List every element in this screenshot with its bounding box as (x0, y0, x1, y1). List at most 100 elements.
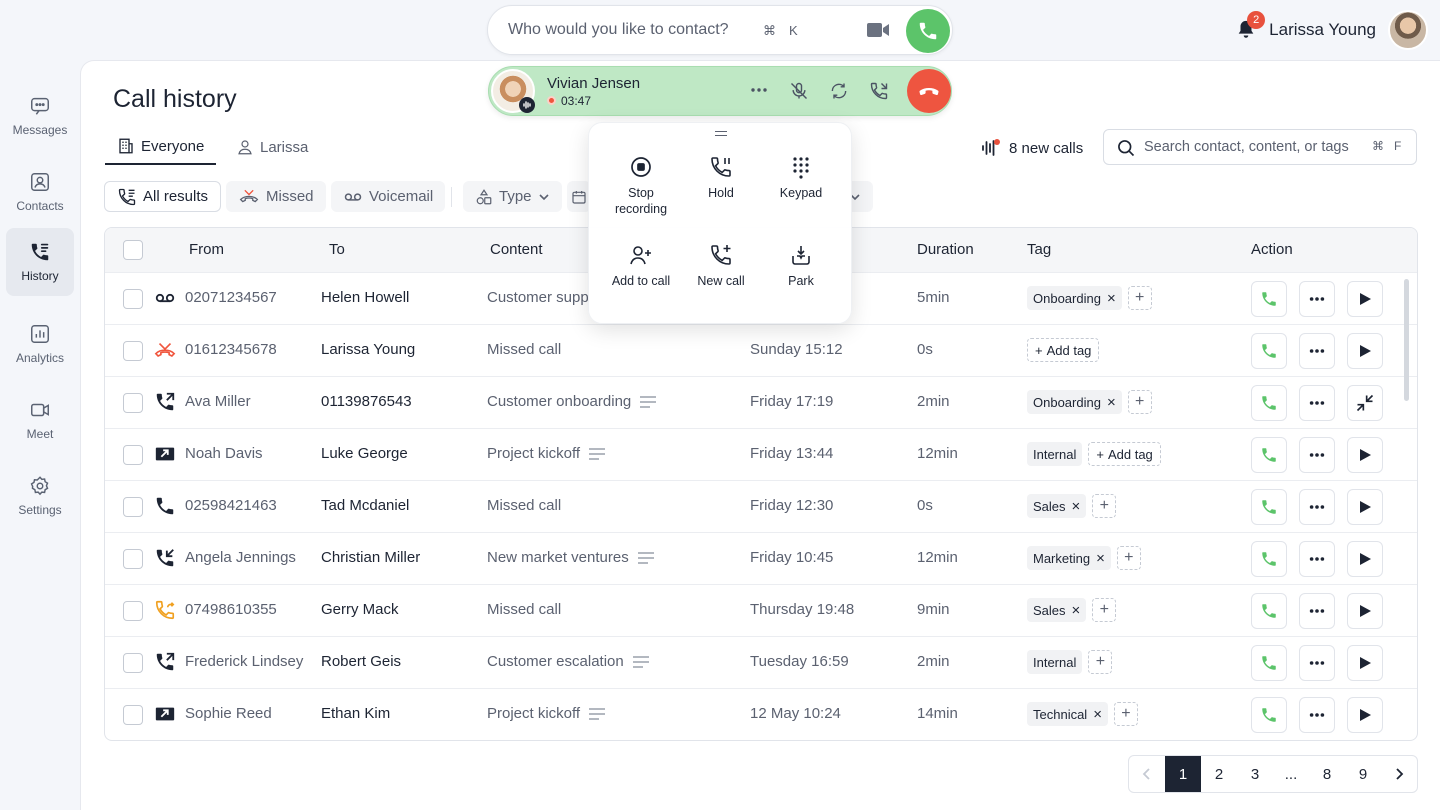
hang-up-button[interactable] (907, 69, 951, 113)
next-page-button[interactable] (1381, 756, 1417, 792)
content-cell[interactable]: Customer escalation (487, 653, 650, 670)
add-tag-button[interactable]: + (1116, 546, 1141, 570)
forward-call-button[interactable] (869, 80, 889, 102)
new-calls-indicator[interactable]: 8 new calls (981, 138, 1083, 158)
column-header-tag[interactable]: Tag (1027, 241, 1051, 258)
call-back-button[interactable] (1251, 437, 1287, 473)
stop-recording-button[interactable]: Stop recording (598, 155, 684, 217)
content-cell[interactable]: Missed call (487, 601, 561, 618)
row-checkbox[interactable] (123, 653, 143, 673)
from-cell[interactable]: Noah Davis (185, 445, 263, 462)
content-cell[interactable]: Missed call (487, 497, 561, 514)
content-cell[interactable]: Project kickoff (487, 445, 606, 462)
column-header-content[interactable]: Content (490, 241, 543, 258)
table-row[interactable]: 01612345678 Larissa Young Missed call Su… (105, 324, 1417, 376)
add-tag-button[interactable]: + (1113, 702, 1138, 726)
tag-chip[interactable]: Sales × (1027, 494, 1087, 518)
table-row[interactable]: 02598421463 Tad Mcdaniel Missed call Fri… (105, 480, 1417, 532)
avatar[interactable] (1388, 10, 1428, 50)
tag-chip[interactable]: Marketing × (1027, 546, 1111, 570)
sidebar-item-messages[interactable]: Messages (6, 82, 74, 150)
park-button[interactable]: Park (758, 243, 844, 289)
call-back-button[interactable] (1251, 593, 1287, 629)
play-recording-button[interactable] (1347, 489, 1383, 525)
to-cell[interactable]: Helen Howell (321, 289, 409, 306)
column-header-from[interactable]: From (189, 241, 224, 258)
transfer-button[interactable] (829, 80, 849, 102)
row-more-button[interactable] (1299, 385, 1335, 421)
call-back-button[interactable] (1251, 645, 1287, 681)
notifications-button[interactable]: 2 (1235, 11, 1266, 41)
new-call-button[interactable]: New call (678, 243, 764, 289)
tag-chip[interactable]: Sales × (1027, 598, 1087, 622)
row-more-button[interactable] (1299, 489, 1335, 525)
add-tag-button[interactable]: + Add tag (1027, 338, 1100, 362)
sidebar-item-analytics[interactable]: Analytics (6, 310, 74, 378)
from-cell[interactable]: 02598421463 (185, 497, 277, 514)
table-search-field[interactable]: Search contact, content, or tags ⌘ F (1103, 129, 1417, 165)
call-back-button[interactable] (1251, 281, 1287, 317)
content-cell[interactable]: Customer supp (487, 289, 589, 306)
content-cell[interactable]: Missed call (487, 341, 561, 358)
row-more-button[interactable] (1299, 333, 1335, 369)
sidebar-item-meet[interactable]: Meet (6, 386, 74, 454)
table-scrollbar[interactable] (1404, 279, 1409, 401)
sidebar-item-contacts[interactable]: Contacts (6, 158, 74, 226)
row-more-button[interactable] (1299, 697, 1335, 733)
remove-tag-icon[interactable]: × (1072, 498, 1081, 515)
play-recording-button[interactable] (1347, 281, 1383, 317)
drag-handle[interactable] (715, 131, 727, 136)
filter-voicemail[interactable]: Voicemail (331, 181, 446, 212)
hold-button[interactable]: Hold (678, 155, 764, 201)
tag-chip[interactable]: Internal (1027, 442, 1083, 466)
content-cell[interactable]: Customer onboarding (487, 393, 657, 410)
page-button[interactable]: 3 (1237, 756, 1273, 792)
content-cell[interactable]: Project kickoff (487, 705, 606, 722)
table-row[interactable]: Noah Davis Luke George Project kickoff F… (105, 428, 1417, 480)
from-cell[interactable]: Ava Miller (185, 393, 251, 410)
to-cell[interactable]: Larissa Young (321, 341, 415, 358)
filter-type[interactable]: Type (463, 181, 562, 212)
add-tag-button[interactable]: + (1092, 598, 1117, 622)
column-header-duration[interactable]: Duration (917, 241, 974, 258)
row-more-button[interactable] (1299, 281, 1335, 317)
row-checkbox[interactable] (123, 497, 143, 517)
page-button[interactable]: 8 (1309, 756, 1345, 792)
add-tag-button[interactable]: + Add tag (1088, 442, 1161, 466)
remove-tag-icon[interactable]: × (1072, 602, 1081, 619)
to-cell[interactable]: Ethan Kim (321, 705, 390, 722)
tag-chip[interactable]: Technical × (1027, 702, 1108, 726)
play-recording-button[interactable] (1347, 333, 1383, 369)
call-back-button[interactable] (1251, 541, 1287, 577)
from-cell[interactable]: 07498610355 (185, 601, 277, 618)
to-cell[interactable]: Robert Geis (321, 653, 401, 670)
contact-search-input[interactable]: Who would you like to contact? (508, 21, 729, 39)
filter-missed[interactable]: Missed (226, 181, 326, 212)
call-back-button[interactable] (1251, 385, 1287, 421)
to-cell[interactable]: Gerry Mack (321, 601, 399, 618)
to-cell[interactable]: Christian Miller (321, 549, 420, 566)
sidebar-item-settings[interactable]: Settings (6, 462, 74, 530)
previous-page-button[interactable] (1129, 756, 1165, 792)
collapse-button[interactable] (1347, 385, 1383, 421)
row-more-button[interactable] (1299, 593, 1335, 629)
add-to-call-button[interactable]: Add to call (598, 243, 684, 289)
contact-search-bar[interactable]: Who would you like to contact? ⌘ K (487, 5, 953, 55)
video-call-icon[interactable] (866, 20, 890, 40)
play-recording-button[interactable] (1347, 697, 1383, 733)
row-checkbox[interactable] (123, 549, 143, 569)
from-cell[interactable]: Sophie Reed (185, 705, 272, 722)
row-checkbox[interactable] (123, 341, 143, 361)
call-back-button[interactable] (1251, 697, 1287, 733)
from-cell[interactable]: Frederick Lindsey (185, 653, 303, 670)
page-button[interactable]: 9 (1345, 756, 1381, 792)
add-tag-button[interactable]: + (1088, 650, 1113, 674)
row-more-button[interactable] (1299, 437, 1335, 473)
tag-chip[interactable]: Onboarding × (1027, 286, 1122, 310)
remove-tag-icon[interactable]: × (1107, 394, 1116, 411)
from-cell[interactable]: 02071234567 (185, 289, 277, 306)
mute-button[interactable] (789, 80, 809, 102)
play-recording-button[interactable] (1347, 645, 1383, 681)
tab-larissa[interactable]: Larissa (224, 129, 320, 165)
row-checkbox[interactable] (123, 705, 143, 725)
